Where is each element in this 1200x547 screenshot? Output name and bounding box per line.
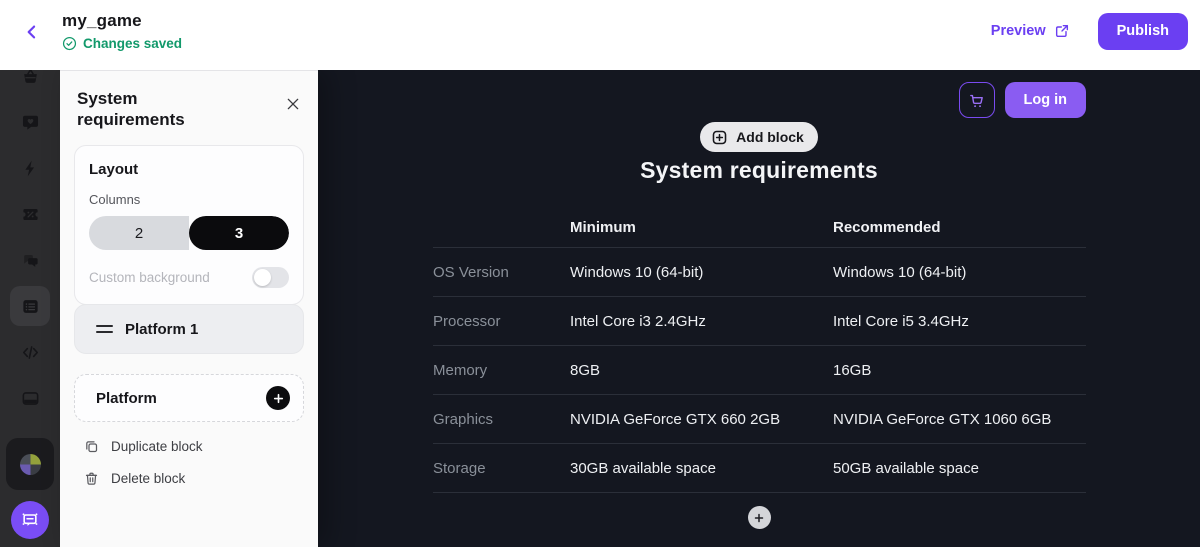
external-link-icon [1054,23,1070,39]
table-row: Storage 30GB available space 50GB availa… [433,444,1086,493]
row-label: Graphics [433,411,570,428]
row-label: Memory [433,362,570,379]
row-label: Storage [433,460,570,477]
platform-item[interactable]: Platform 1 [74,304,304,354]
row-minimum: 8GB [570,362,833,379]
row-minimum: 30GB available space [570,460,833,477]
trash-icon [84,471,99,486]
insert-block-button[interactable] [748,506,771,529]
table-row: Memory 8GB 16GB [433,346,1086,395]
editor-topbar: my_game Changes saved Preview Publish [0,0,1200,70]
chat-bubbles-icon[interactable] [10,240,50,280]
columns-option-2[interactable]: 2 [89,216,189,250]
cart-button[interactable] [959,82,995,118]
row-recommended: Windows 10 (64-bit) [833,264,1086,281]
panel-title: System requirements [77,88,237,131]
add-block-wrap: Add block [318,122,1200,152]
header-recommended: Recommended [833,219,1086,236]
chat-bubble-icon [20,510,40,530]
add-platform-label: Platform [96,390,157,407]
game-thumbnail[interactable] [6,438,54,490]
add-block-button[interactable]: Add block [700,122,818,152]
row-label: OS Version [433,264,570,281]
shop-icon[interactable] [10,70,50,96]
toggle-knob [254,269,271,286]
columns-segmented-control: 2 3 [89,216,289,250]
custom-background-row: Custom background [89,267,289,288]
custom-background-toggle[interactable] [252,267,289,288]
row-recommended: 50GB available space [833,460,1086,477]
columns-label: Columns [89,192,289,207]
add-block-label: Add block [736,129,804,145]
close-icon [285,96,301,112]
row-minimum: NVIDIA GeForce GTX 660 2GB [570,411,833,428]
copy-icon [84,439,99,454]
topbar-actions: Preview Publish [991,0,1188,62]
cart-icon [968,92,985,109]
block-heading: System requirements [318,157,1200,184]
table-header-row: Minimum Recommended [433,208,1086,248]
row-minimum: Intel Core i3 2.4GHz [570,313,833,330]
project-title: my_game [62,11,182,31]
chat-widget-button[interactable] [11,501,49,539]
table-icon[interactable] [10,286,50,326]
add-platform-button[interactable]: Platform [74,374,304,422]
game-avatar [20,454,41,475]
chevron-left-icon [22,22,42,42]
block-type-rail [0,70,60,547]
block-settings-panel: System requirements Layout Columns 2 3 C… [60,70,318,547]
table-row: Graphics NVIDIA GeForce GTX 660 2GB NVID… [433,395,1086,444]
columns-option-3[interactable]: 3 [189,216,289,250]
close-panel-button[interactable] [282,93,304,115]
window-icon[interactable] [10,378,50,418]
plus-icon [266,386,290,410]
table-row: OS Version Windows 10 (64-bit) Windows 1… [433,248,1086,297]
drag-handle-icon[interactable] [96,325,113,333]
row-recommended: NVIDIA GeForce GTX 1060 6GB [833,411,1086,428]
preview-link[interactable]: Preview [991,23,1070,39]
message-heart-icon[interactable] [10,102,50,142]
login-button[interactable]: Log in [1005,82,1087,118]
plus-square-icon [711,129,728,146]
ticket-icon[interactable] [10,194,50,234]
rail-icon-list [0,70,60,424]
save-status: Changes saved [62,36,182,51]
publish-button[interactable]: Publish [1098,13,1188,50]
back-button[interactable] [20,20,44,44]
code-icon[interactable] [10,332,50,372]
check-circle-icon [62,36,77,51]
requirements-table: Minimum Recommended OS Version Windows 1… [433,208,1086,493]
layout-card: Layout Columns 2 3 Custom background [74,145,304,305]
lightning-icon[interactable] [10,148,50,188]
custom-background-label: Custom background [89,270,210,285]
row-label: Processor [433,313,570,330]
table-row: Processor Intel Core i3 2.4GHz Intel Cor… [433,297,1086,346]
app-window: my_game Changes saved Preview Publish [0,0,1200,547]
platform-item-label: Platform 1 [125,321,198,338]
rail-bottom [0,438,60,539]
title-block: my_game Changes saved [62,11,182,51]
duplicate-block-label: Duplicate block [111,439,203,454]
layout-card-title: Layout [89,161,289,178]
row-recommended: Intel Core i5 3.4GHz [833,313,1086,330]
duplicate-block-button[interactable]: Duplicate block [84,439,203,454]
header-minimum: Minimum [570,219,833,236]
row-minimum: Windows 10 (64-bit) [570,264,833,281]
row-recommended: 16GB [833,362,1086,379]
plus-icon [753,512,765,524]
stage-top-actions: Log in [959,82,1087,118]
delete-block-label: Delete block [111,471,185,486]
preview-label: Preview [991,23,1046,39]
status-label: Changes saved [83,36,182,51]
insert-block-wrap [318,506,1200,529]
page-preview-stage: Log in Add block System requirements Min… [318,70,1200,547]
delete-block-button[interactable]: Delete block [84,471,185,486]
